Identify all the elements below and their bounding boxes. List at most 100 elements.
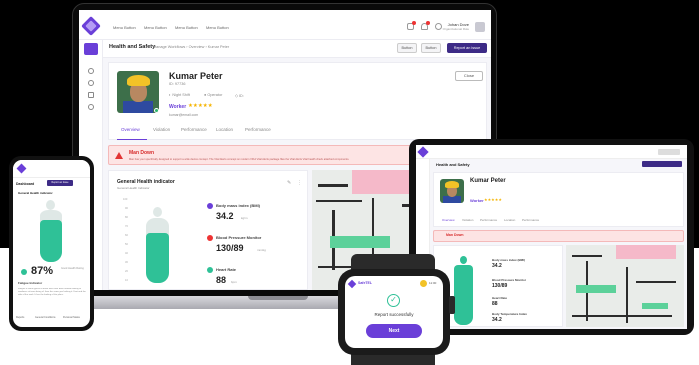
tablet-hr-label: Heart Rate — [492, 296, 508, 300]
health-title: General Health indicator — [117, 179, 175, 185]
tablet-tab-performance-2[interactable]: Performance — [522, 218, 539, 222]
tab-violation[interactable]: Violation — [153, 127, 170, 132]
next-button[interactable]: Next — [366, 324, 422, 338]
footer-tab-reports[interactable]: Reports — [16, 316, 24, 319]
tab-location[interactable]: Location — [216, 127, 233, 132]
tablet-tab-performance[interactable]: Performance — [480, 218, 497, 222]
home-icon[interactable] — [88, 68, 94, 74]
tablet-bmi-value: 34.2 — [492, 263, 502, 269]
y-tick: 100 — [123, 198, 128, 201]
close-button[interactable]: Close — [455, 71, 483, 81]
menu-button-3[interactable]: Menu Button — [175, 25, 198, 30]
tab-performance[interactable]: Performance — [181, 127, 207, 132]
tablet-tab-violation[interactable]: Violation — [462, 218, 473, 222]
heart-icon — [207, 267, 213, 273]
product-mockup: Menu Button Menu Button Menu Button Menu… — [0, 0, 699, 365]
bmi-label: Body mass index (BMI) — [216, 203, 261, 208]
menu-button-4[interactable]: Menu Button — [206, 25, 229, 30]
app-logo[interactable] — [81, 16, 101, 36]
laptop-notch — [248, 296, 308, 300]
tablet-bp-value: 130/89 — [492, 283, 508, 289]
more-icon[interactable]: ⋮ — [297, 180, 302, 186]
gear-icon[interactable] — [88, 104, 94, 110]
avatar[interactable] — [475, 22, 485, 32]
heart-rate-value: 88 — [216, 275, 227, 285]
tablet-profile-card: Kumar Peter Worker ★★★★★ Overview Violat… — [433, 172, 684, 227]
health-percent: 87% — [31, 265, 54, 277]
y-tick: 60 — [125, 234, 128, 237]
phone-screen: Dashboard Report an Issue General Health… — [13, 160, 90, 327]
tablet-site-map[interactable] — [566, 245, 684, 327]
fatigue-note: Fatigue is more typical of those who hav… — [18, 288, 86, 296]
worker-photo — [440, 179, 464, 203]
y-tick: 10 — [125, 279, 128, 282]
watch-message: Report successfully — [374, 312, 414, 317]
operator-label: Operator — [207, 93, 223, 97]
secondary-button-1[interactable]: Button — [397, 43, 417, 53]
menu-toggle-button[interactable] — [84, 43, 98, 55]
user-menu[interactable] — [658, 149, 680, 155]
y-tick: 90 — [125, 207, 128, 210]
check-icon: ✓ — [387, 294, 400, 307]
app-logo[interactable] — [16, 163, 27, 174]
tab-overview[interactable]: Overview — [121, 127, 140, 132]
tablet-alert-title: Man Down — [446, 233, 464, 237]
menu-button-1[interactable]: Menu Button — [113, 25, 136, 30]
y-tick: 70 — [125, 225, 128, 228]
blood-pressure-icon — [207, 235, 213, 241]
role-label: Worker — [169, 104, 187, 110]
tablet-temp-label: Body Temperature Index — [492, 312, 527, 316]
heart-icon — [21, 269, 27, 275]
bmi-icon — [207, 203, 213, 209]
scan-icon[interactable] — [88, 92, 94, 98]
profile-email[interactable]: kumar@email.com — [169, 113, 198, 117]
notification-dot — [426, 21, 430, 25]
profile-card: Kumar Peter ID: 97736 ◐ Night Shift ● Op… — [108, 62, 487, 140]
app-logo[interactable] — [417, 146, 429, 158]
tablet-stars: ★★★★★ — [484, 197, 502, 202]
y-tick: 30 — [125, 261, 128, 264]
user-menu[interactable]: Johan Dove Organizational Role — [439, 22, 469, 32]
profile-id: ID: 97736 — [169, 82, 186, 86]
tablet-health-card: Body mass index (BMI) 34.2 Blood Pressur… — [433, 245, 563, 327]
tablet-top-bar — [416, 145, 687, 159]
bp-value: 130/89 — [216, 243, 244, 253]
tablet-report-button[interactable] — [642, 161, 682, 167]
worker-photo — [117, 71, 159, 113]
health-subtitle: General Health Indicator — [117, 186, 150, 190]
tablet-screen: Health and Safety Kumar Peter Worker ★★★… — [416, 145, 687, 329]
footer-tab-conditions[interactable]: General Conditions — [35, 316, 55, 319]
secondary-button-2[interactable]: Button — [421, 43, 441, 53]
notification-dot — [412, 21, 416, 25]
shift-info: ◐ Night Shift — [169, 93, 190, 97]
bmi-unit: kg/m — [241, 216, 248, 220]
operator-info: ● Operator — [204, 93, 223, 97]
alert-title: Man Down — [129, 150, 154, 156]
profile-icon — [420, 280, 427, 287]
watch-time: 11:00 — [429, 281, 437, 285]
breadcrumb[interactable]: Manage Workflows › Overview › Kumar Pete… — [153, 45, 229, 49]
tablet-tab-overview[interactable]: Overview — [442, 218, 455, 222]
bp-label: Blood Pressure Monitor — [216, 235, 262, 240]
tablet-tab-location[interactable]: Location — [504, 218, 515, 222]
phone-report-button[interactable]: Report an Issue — [47, 180, 73, 186]
rating-stars: ★★★★★ — [188, 103, 213, 109]
watch-screen: SafeTEL 11:00 ✓ Report successfully Next — [345, 276, 443, 348]
app-logo — [347, 279, 357, 289]
tab-performance-2[interactable]: Performance — [245, 127, 271, 132]
y-tick: 20 — [125, 270, 128, 273]
shift-label: Night Shift — [172, 93, 190, 97]
profile-name: Kumar Peter — [169, 71, 223, 81]
globe-icon[interactable] — [88, 80, 94, 86]
watch-crown[interactable] — [449, 296, 455, 314]
footer-tab-status[interactable]: Personal Status — [63, 316, 80, 319]
edit-icon[interactable]: ✎ — [287, 180, 291, 186]
heart-rate-unit: bpm — [231, 280, 237, 284]
user-role: Organizational Role — [442, 27, 469, 31]
fatigue-label: Fatigue Indicator — [18, 281, 43, 285]
tablet-hr-value: 88 — [492, 301, 498, 307]
online-status — [154, 108, 159, 113]
page-title: Health and Safety — [109, 44, 156, 50]
menu-button-2[interactable]: Menu Button — [144, 25, 167, 30]
report-issue-button[interactable]: Report an issue — [447, 43, 487, 53]
